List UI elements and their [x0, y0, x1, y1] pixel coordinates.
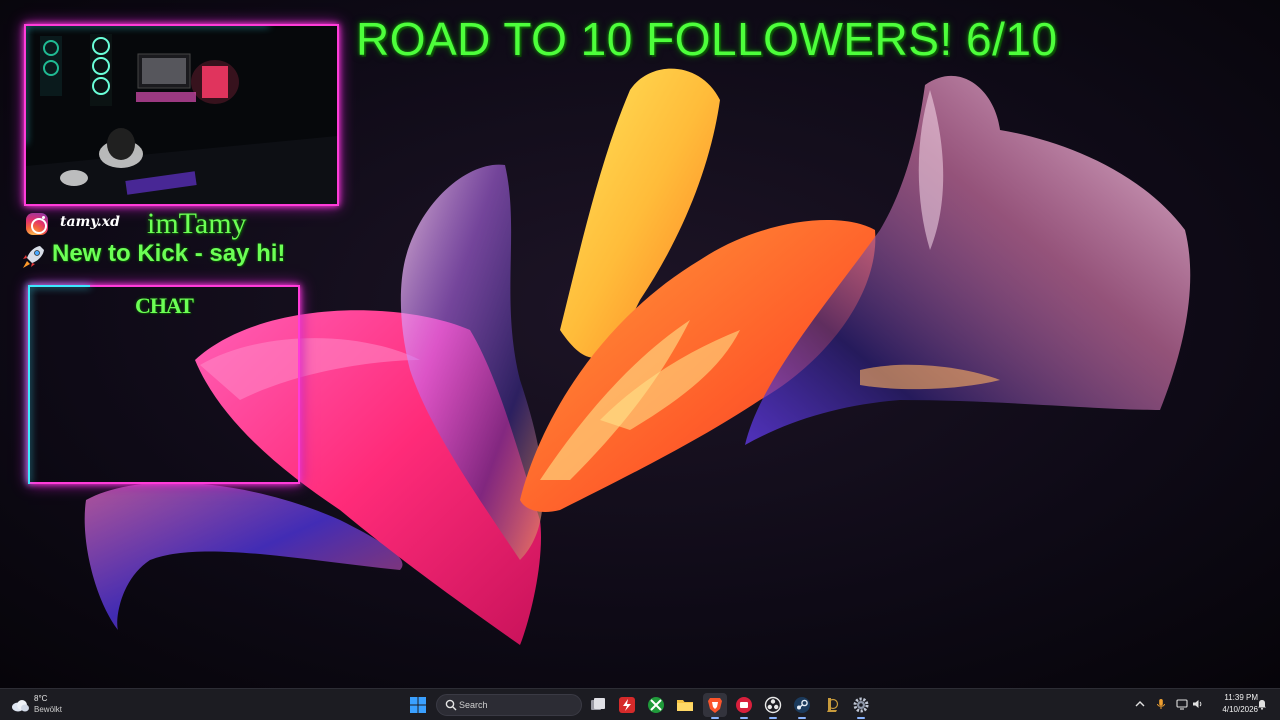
instagram-handle: tamy.xd [60, 214, 120, 230]
red-app-button[interactable] [732, 693, 756, 719]
search-input[interactable] [459, 698, 569, 712]
volume-button[interactable] [1191, 697, 1205, 711]
show-hidden-icons-button[interactable] [1133, 697, 1147, 711]
task-view-icon [591, 698, 605, 710]
obs-studio-button[interactable] [761, 693, 785, 719]
brave-icon [708, 698, 722, 713]
folder-icon [677, 700, 693, 711]
microphone-icon [1157, 699, 1165, 709]
weather-temperature: 8°C [34, 694, 48, 703]
weather-condition: Bewölkt [34, 705, 63, 714]
flash-icon [619, 697, 635, 713]
clock-date: 4/10/2026 [1222, 705, 1258, 714]
gear-icon [853, 697, 869, 713]
webcam-frame [24, 24, 339, 206]
task-view-button[interactable] [586, 693, 610, 717]
network-button[interactable] [1175, 697, 1189, 711]
follower-goal-text: ROAD TO 10 FOLLOWERS! 6/10 [356, 13, 1058, 65]
obs-icon [764, 696, 782, 714]
search-icon [445, 699, 457, 711]
stream-tagline: New to Kick - say hi! [52, 240, 286, 267]
windows-icon [410, 697, 426, 713]
system-clock[interactable]: 11:39 PM 4/10/2026 [1208, 692, 1258, 716]
webcam-feed [26, 26, 337, 204]
xbox-icon [648, 697, 664, 713]
clock-time: 11:39 PM [1224, 693, 1258, 702]
flash-app-button[interactable] [615, 693, 639, 717]
network-icon [1176, 699, 1188, 710]
steam-button[interactable] [790, 693, 814, 719]
chat-panel: CHAT [28, 285, 300, 484]
start-button[interactable] [406, 693, 430, 717]
taskbar-search[interactable] [436, 694, 582, 716]
chevron-up-icon [1135, 701, 1145, 707]
instagram-icon [26, 213, 48, 235]
app-icon [736, 697, 752, 713]
chat-title: CHAT [135, 293, 194, 318]
file-explorer-button[interactable] [673, 693, 697, 717]
streamer-name: imTamy [147, 207, 247, 240]
league-icon [827, 698, 839, 712]
taskbar: 8°C Bewölkt Search 11:39 PM 4/10/2026 [0, 688, 1280, 720]
volume-icon [1193, 700, 1202, 708]
xbox-app-button[interactable] [644, 693, 668, 717]
rocket-icon [23, 246, 44, 268]
brave-browser-button[interactable] [703, 693, 727, 719]
cloud-icon [12, 700, 29, 712]
steam-icon [794, 697, 810, 713]
league-client-button[interactable] [820, 693, 844, 717]
microphone-indicator[interactable] [1154, 697, 1168, 711]
settings-button[interactable] [849, 693, 873, 719]
